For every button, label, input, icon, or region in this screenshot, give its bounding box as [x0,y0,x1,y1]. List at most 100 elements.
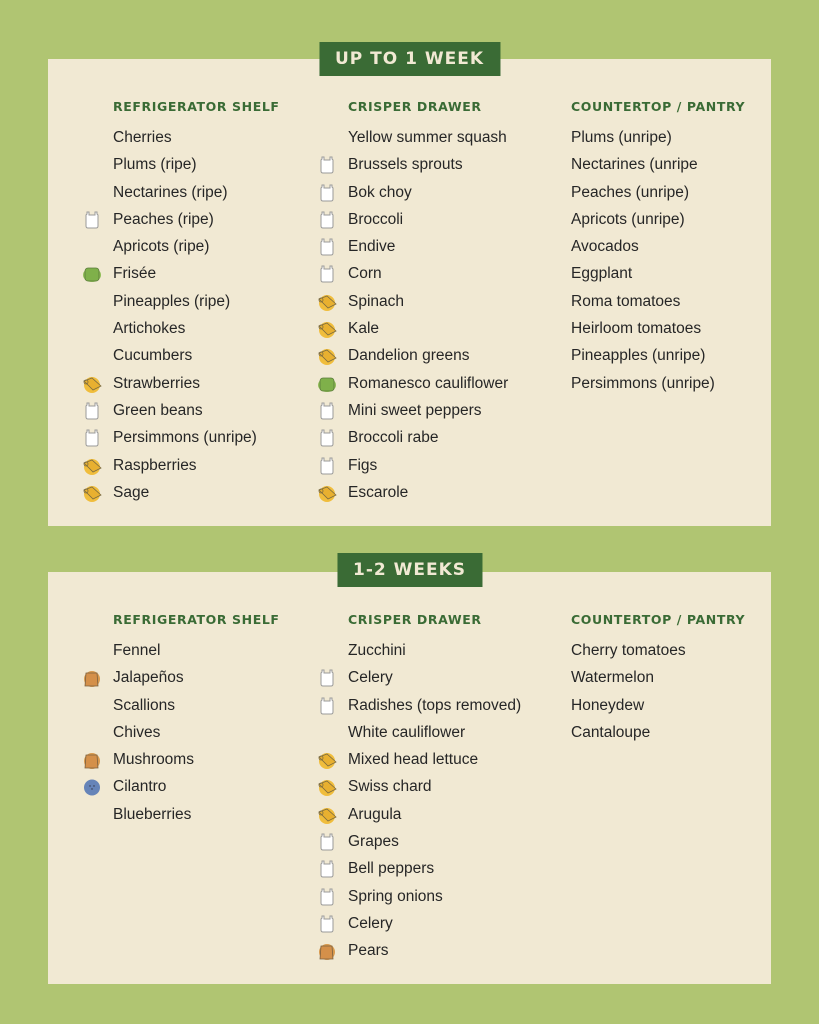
produce-item-label: Bell peppers [348,860,435,878]
produce-item: Zucchini [348,637,521,664]
plastic-bag-icon [316,211,338,229]
produce-item-label: Mixed head lettuce [348,751,479,769]
plastic-bag-icon [316,265,338,283]
produce-item-label: Pineapples (unripe) [571,347,706,365]
produce-item-label: Fennel [113,642,161,659]
produce-item: Cantaloupe [571,719,745,746]
produce-item-label: Heirloom tomatoes [571,320,702,338]
produce-item-label: Apricots (unripe) [571,210,685,228]
plastic-bag-icon [316,184,338,202]
blue-bag-icon [81,778,103,796]
produce-item-label: Yellow summer squash [348,129,507,146]
paper-towel-icon [81,375,103,393]
produce-item: Escarole [318,479,508,506]
paper-bag-icon [81,751,103,770]
produce-item: Figs [320,452,508,479]
produce-item: Green beans [85,397,280,424]
produce-item-label: Mini sweet peppers [348,401,482,419]
produce-item-label: Radishes (tops removed) [348,696,522,714]
produce-item: Kale [318,315,508,342]
produce-item: Scallions [113,692,280,719]
produce-item: Roma tomatoes [571,288,745,315]
produce-item: Corn [320,260,508,287]
section-1-2-weeks: 1-2 WEEKS REFRIGERATOR SHELF Fennel Jalap… [48,553,771,984]
produce-item: Frisée [83,260,280,287]
produce-item-label: Cherries [113,129,172,146]
paper-towel-icon [316,806,338,824]
column-heading: CRISPER DRAWER [348,99,482,114]
produce-item-label: Eggplant [571,265,633,283]
produce-item: Raspberries [83,452,280,479]
plastic-bag-icon [316,860,338,878]
produce-item: Strawberries [83,370,280,397]
produce-list: Cherries Plums (ripe) Nectarines (ripe) Pea… [83,124,280,506]
produce-list: Cherry tomatoes Watermelon Honeydew Cantalo… [571,637,745,746]
container-icon [81,265,103,283]
paper-towel-icon [316,778,338,797]
plastic-bag-icon [316,833,338,851]
produce-item: Plums (unripe) [571,124,745,151]
produce-item-label: Broccoli [348,210,404,228]
produce-item: Pineapples (unripe) [571,342,745,369]
plastic-bag-icon [316,429,338,447]
column-heading: REFRIGERATOR SHELF [113,612,280,627]
plastic-bag-icon [316,669,338,687]
produce-list: Fennel Jalapeños Scallions Chives Mushrooms C… [84,637,280,828]
produce-item: Yellow summer squash [348,124,508,151]
produce-item: Celery [320,910,521,937]
produce-item: Cucumbers [113,342,280,369]
produce-item-label: Cilantro [113,778,167,796]
produce-item-label: Cucumbers [113,347,193,365]
plastic-bag-icon [316,238,338,256]
plastic-bag-icon [81,211,103,229]
produce-item: Chives [113,719,280,746]
section-title-banner: 1-2 WEEKS [336,553,483,587]
produce-item: Grapes [320,828,521,855]
plastic-bag-icon [316,156,338,174]
produce-item-label: Corn [348,265,382,283]
produce-item: Endive [320,233,508,260]
produce-item-label: Zucchini [348,642,406,659]
produce-item: Apricots (ripe) [113,233,280,260]
produce-item: Apricots (unripe) [571,206,745,233]
produce-item: Mini sweet peppers [320,397,508,424]
produce-item-label: Celery [348,914,393,932]
produce-item-label: Apricots (ripe) [113,238,210,256]
column-heading: COUNTERTOP / PANTRY [571,99,746,114]
column-refrigerator-shelf: REFRIGERATOR SHELF Cherries Plums (ripe) N… [83,97,280,506]
produce-item: White cauliflower [348,719,521,746]
produce-item-label: Peaches (unripe) [571,183,690,201]
produce-item: Artichokes [113,315,280,342]
produce-list: Zucchini Celery Radishes (tops removed) Whi… [318,637,522,965]
paper-towel-icon [81,457,103,475]
produce-item: Honeydew [571,692,745,719]
produce-item: Cilantro [84,773,280,800]
paper-towel-icon [316,320,338,339]
plastic-bag-icon [81,402,103,420]
column-crisper-drawer: CRISPER DRAWER Yellow summer squash Bruss… [318,97,508,506]
produce-item: Nectarines (ripe) [113,179,280,206]
paper-towel-icon [81,484,103,502]
produce-item-label: Avocados [571,238,639,256]
column-countertop-pantry: COUNTERTOP / PANTRY Cherry tomatoes Water… [571,610,745,746]
container-icon [316,375,338,393]
produce-item-label: Broccoli rabe [348,429,439,447]
produce-item-label: Frisée [113,265,157,283]
produce-item: Bell peppers [320,855,521,882]
produce-item-label: Escarole [348,483,409,501]
produce-item: Pears [319,937,521,964]
produce-item: Radishes (tops removed) [320,692,522,719]
produce-item-label: Endive [348,238,396,256]
produce-item: Pineapples (ripe) [113,288,280,315]
produce-item: Nectarines (unripe [571,151,745,178]
produce-item: Arugula [318,801,521,828]
column-countertop-pantry: COUNTERTOP / PANTRY Plums (unripe) Nectar… [571,97,745,397]
produce-item-label: Pineapples (ripe) [113,292,231,310]
produce-item-label: Peaches (ripe) [113,210,214,228]
produce-item: Broccoli rabe [320,424,508,451]
produce-item-label: Dandelion greens [348,347,470,365]
plastic-bag-icon [316,457,338,475]
produce-item: Persimmons (unripe) [571,370,745,397]
produce-item: Mushrooms [84,746,280,773]
produce-item: Peaches (ripe) [85,206,280,233]
